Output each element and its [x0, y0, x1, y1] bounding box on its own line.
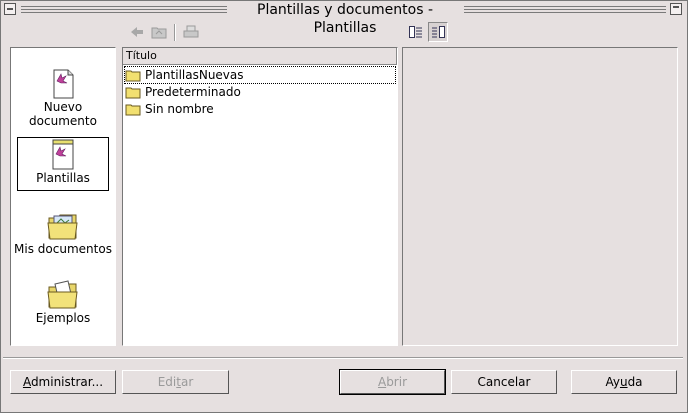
new-document-icon [53, 69, 74, 99]
preview-pane [402, 47, 678, 346]
category-new-document[interactable]: Nuevo documento [11, 68, 115, 128]
category-label: Nuevo [43, 100, 83, 114]
title-bar: Plantillas y documentos - Plantillas [1, 1, 687, 36]
window-shade-button[interactable] [670, 3, 682, 15]
toolbar-separator [174, 24, 176, 41]
administrar-button[interactable]: Administrar... [10, 370, 116, 394]
my-documents-folder-icon [47, 214, 78, 240]
printer-icon [183, 25, 199, 38]
preview-view-icon [432, 26, 445, 38]
list-item[interactable]: Sin nombre [125, 101, 395, 117]
abrir-button[interactable]: Abrir [339, 369, 446, 395]
category-label: Mis documentos [14, 242, 112, 256]
category-pane: Nuevo documento Plantillas Mis documento… [10, 47, 116, 346]
category-label: documento [29, 114, 97, 128]
button-mnemonic: A [22, 375, 31, 389]
button-mnemonic: u [619, 375, 628, 389]
title-stripes-right [464, 6, 666, 14]
button-text: dministrar... [30, 375, 104, 389]
folder-up-icon [151, 27, 167, 39]
category-label: Plantillas [36, 171, 90, 185]
button-text: Edi [157, 375, 177, 389]
button-text: brir [386, 375, 408, 389]
list-item-label: PlantillasNuevas [145, 68, 244, 82]
title-stripes-left [21, 6, 227, 14]
folder-icon [125, 70, 141, 81]
category-examples[interactable]: Ejemplos [11, 279, 115, 325]
document-view-button[interactable] [406, 22, 426, 42]
button-separator [3, 357, 683, 359]
list-item-label: Predeterminado [145, 85, 241, 99]
print-button[interactable] [182, 23, 200, 41]
toolbar [0, 20, 688, 44]
templates-icon [52, 139, 74, 170]
back-button[interactable] [128, 23, 146, 41]
category-label: Ejemplos [35, 311, 91, 325]
list-item[interactable]: PlantillasNuevas [124, 66, 396, 84]
ayuda-button[interactable]: Ayuda [571, 370, 677, 394]
folder-icon [125, 104, 141, 115]
button-text: Cancelar [477, 375, 531, 389]
folder-icon [125, 87, 141, 98]
editar-button[interactable]: Editar [122, 370, 229, 394]
cancelar-button[interactable]: Cancelar [451, 370, 557, 394]
window-menu-button[interactable] [4, 3, 16, 15]
left-arrow-icon [131, 27, 143, 37]
category-templates[interactable]: Plantillas [17, 137, 109, 191]
up-level-button[interactable] [150, 23, 168, 41]
column-header-title[interactable]: Título [123, 48, 397, 65]
template-list: Título PlantillasNuevas Predeterminado S… [122, 47, 398, 346]
examples-folder-icon [47, 280, 78, 309]
list-item[interactable]: Predeterminado [125, 84, 395, 100]
category-my-documents[interactable]: Mis documentos [11, 210, 115, 256]
button-text: Ay [605, 375, 620, 389]
button-text: ar [180, 375, 194, 389]
document-view-icon [409, 26, 422, 38]
button-mnemonic: A [377, 375, 387, 389]
button-text: da [627, 375, 643, 389]
list-item-label: Sin nombre [145, 102, 214, 116]
preview-view-button[interactable] [428, 22, 448, 42]
